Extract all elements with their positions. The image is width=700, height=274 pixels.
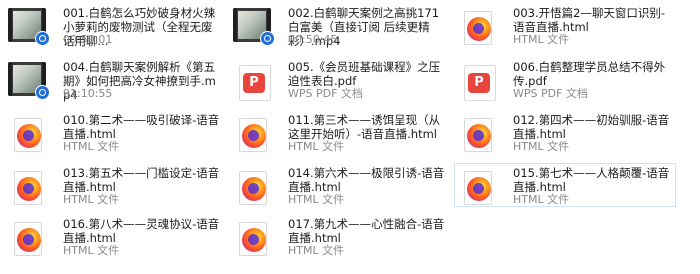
html-icon [14, 222, 46, 256]
file-thumbnail [8, 218, 46, 256]
file-thumbnail [8, 114, 46, 152]
file-item[interactable]: 017.第九术——心性融合-语音直播.html HTML 文件 [229, 214, 451, 258]
file-meta: WPS PDF 文档 [513, 87, 588, 100]
file-name: 015.第七术——人格颠覆-语音直播.html [513, 166, 670, 194]
file-thumbnail [8, 61, 50, 100]
file-thumbnail [233, 218, 271, 256]
file-thumbnail [233, 7, 275, 46]
html-icon [464, 171, 496, 205]
html-icon [239, 118, 271, 152]
html-icon [239, 222, 271, 256]
file-item[interactable]: 001.白鹤怎么巧妙破身材火辣小萝莉的废物测试（全程无废话用聊... 00:50:… [4, 3, 226, 48]
file-item[interactable]: 011.第三术——诱饵呈现（从这里开始听）-语音直播.html HTML 文件 [229, 110, 451, 154]
file-meta: HTML 文件 [513, 33, 570, 46]
sync-badge-icon [35, 85, 50, 100]
file-thumbnail [233, 167, 271, 205]
file-item[interactable]: 013.第五术——门槛设定-语音直播.html HTML 文件 [4, 163, 226, 207]
file-meta: HTML 文件 [288, 193, 345, 206]
file-name: 014.第六术——极限引诱-语音直播.html [288, 166, 445, 194]
file-name: 016.第八术——灵魂协议-语音直播.html [63, 217, 220, 245]
file-meta: WPS PDF 文档 [288, 87, 363, 100]
file-item[interactable]: 004.白鹤聊天案例解析《第五期》如何把高冷女神撩到手.mp4 01:10:55 [4, 57, 226, 102]
file-meta: HTML 文件 [63, 140, 120, 153]
file-meta: HTML 文件 [513, 193, 570, 206]
file-name: 013.第五术——门槛设定-语音直播.html [63, 166, 220, 194]
html-icon [464, 118, 496, 152]
file-thumbnail: P [458, 61, 496, 101]
file-name: 011.第三术——诱饵呈现（从这里开始听）-语音直播.html [288, 113, 441, 141]
file-meta: 01:10:55 [63, 87, 113, 100]
file-item[interactable]: P 006.白鹤整理学员总结不得外传.pdf WPS PDF 文档 [454, 57, 676, 101]
html-icon [14, 118, 46, 152]
file-name: 003.开悟篇2—聊天窗口识别-语音直播.html [513, 6, 666, 34]
file-item[interactable]: 014.第六术——极限引诱-语音直播.html HTML 文件 [229, 163, 451, 207]
file-thumbnail [458, 167, 496, 205]
file-thumbnail [233, 114, 271, 152]
file-thumbnail [8, 7, 50, 46]
file-meta: HTML 文件 [63, 244, 120, 257]
html-icon [14, 171, 46, 205]
file-meta: HTML 文件 [513, 140, 570, 153]
file-name: 005.《会员班基础课程》之压迫性表白.pdf [288, 60, 441, 88]
pdf-icon: P [239, 65, 271, 101]
file-thumbnail [458, 114, 496, 152]
file-item[interactable]: 003.开悟篇2—聊天窗口识别-语音直播.html HTML 文件 [454, 3, 676, 47]
file-meta: HTML 文件 [288, 244, 345, 257]
file-item[interactable]: 012.第四术——初始驯服-语音直播.html HTML 文件 [454, 110, 676, 154]
sync-badge-icon [35, 31, 50, 46]
file-item[interactable]: 010.第二术——吸引破译-语音直播.html HTML 文件 [4, 110, 226, 154]
file-meta: HTML 文件 [288, 140, 345, 153]
file-thumbnail: P [233, 61, 271, 101]
video-icon [8, 8, 50, 48]
file-name: 006.白鹤整理学员总结不得外传.pdf [513, 60, 666, 88]
html-icon [464, 11, 496, 45]
video-icon [233, 8, 275, 48]
file-item[interactable]: 016.第八术——灵魂协议-语音直播.html HTML 文件 [4, 214, 226, 258]
file-meta: HTML 文件 [63, 193, 120, 206]
video-icon [8, 62, 50, 102]
file-item[interactable]: 002.白鹤聊天案例之高挑171白富美（直接订阅 后续更精彩）.mp4 00:50… [229, 3, 451, 48]
file-thumbnail [458, 7, 496, 45]
file-meta: 00:50:01 [63, 33, 113, 46]
html-icon [239, 171, 271, 205]
file-name: 010.第二术——吸引破译-语音直播.html [63, 113, 220, 141]
sync-badge-icon [260, 31, 275, 46]
pdf-icon: P [464, 65, 496, 101]
file-name: 017.第九术——心性融合-语音直播.html [288, 217, 445, 245]
file-meta: 00:50:45 [288, 33, 338, 46]
file-item[interactable]: 015.第七术——人格颠覆-语音直播.html HTML 文件 [454, 163, 676, 207]
file-item[interactable]: P 005.《会员班基础课程》之压迫性表白.pdf WPS PDF 文档 [229, 57, 451, 101]
file-name: 012.第四术——初始驯服-语音直播.html [513, 113, 670, 141]
file-thumbnail [8, 167, 46, 205]
